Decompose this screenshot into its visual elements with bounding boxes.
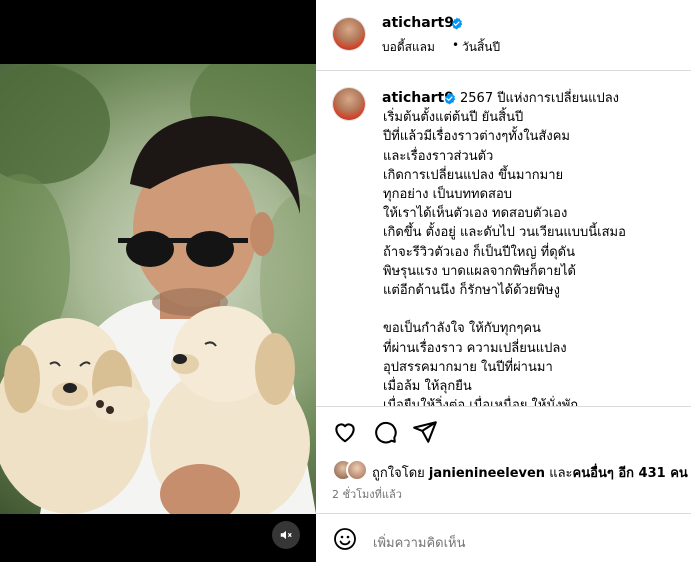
likes-middle: และ <box>545 466 573 481</box>
paper-plane-icon[interactable] <box>412 419 438 445</box>
likes-summary: ถูกใจโดย janienineeleven และคนอื่นๆ อีก … <box>372 462 688 483</box>
smiley-icon[interactable] <box>333 527 357 551</box>
post-photo[interactable] <box>0 64 316 514</box>
author-avatar[interactable] <box>333 18 365 50</box>
mute-button[interactable] <box>272 521 300 549</box>
caption-area: atichart9 2567 ปีแห่งการเปลี่ยนแปลง เริ่… <box>316 71 691 407</box>
audio-song-link[interactable]: วันสิ้นปี <box>462 38 500 57</box>
caption-author-avatar[interactable] <box>333 88 365 120</box>
liker-username-link[interactable]: janienineeleven <box>429 466 545 481</box>
post-timestamp[interactable]: 2 ชั่วโมงที่แล้ว <box>332 485 402 503</box>
caption-text: 2567 ปีแห่งการเปลี่ยนแปลง เริ่มต้นตั้งแต… <box>383 91 626 407</box>
author-username[interactable]: atichart9 <box>382 15 454 31</box>
comment-box[interactable]: เพิ่มความคิดเห็น <box>316 514 691 562</box>
liker-avatar[interactable] <box>346 459 368 481</box>
audio-artist-link[interactable]: บอดี้สแลม <box>382 38 435 57</box>
comment-input[interactable]: เพิ่มความคิดเห็น <box>373 532 466 553</box>
likes-prefix: ถูกใจโดย <box>372 466 429 481</box>
post-detail-panel: atichart9 บอดี้สแลม • วันสิ้นปี atichart… <box>316 0 691 562</box>
subline-separator: • <box>452 38 460 52</box>
actions-divider <box>316 406 691 407</box>
verified-badge-icon <box>451 17 463 30</box>
speaker-muted-icon <box>280 530 292 540</box>
post-media[interactable] <box>0 0 316 562</box>
post-header: atichart9 บอดี้สแลม • วันสิ้นปี <box>316 0 691 71</box>
photo-illustration <box>0 64 316 514</box>
comment-bubble-icon[interactable] <box>372 419 398 445</box>
heart-icon[interactable] <box>332 419 358 445</box>
likes-others-link[interactable]: คนอื่นๆ อีก 431 คน <box>573 466 688 481</box>
